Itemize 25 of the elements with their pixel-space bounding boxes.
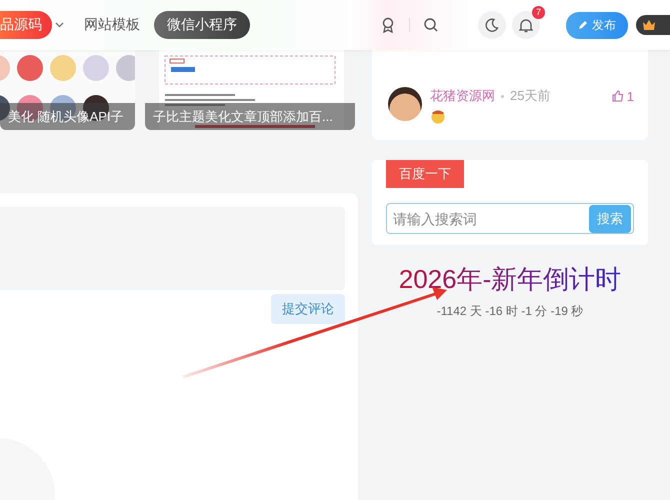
nav-link[interactable]: 品源码 (0, 11, 52, 39)
award-icon[interactable] (381, 17, 395, 33)
notification-badge: 7 (532, 6, 545, 19)
like-button[interactable]: 1 (612, 88, 634, 104)
search-button[interactable]: 搜索 (589, 204, 631, 232)
comment-author[interactable]: 花猪资源网 (430, 87, 495, 105)
avatar (388, 87, 422, 121)
theme-button[interactable] (478, 11, 506, 39)
nav-link[interactable]: 网站模板 (84, 16, 140, 34)
crown-icon (642, 19, 656, 31)
countdown-text: -1142 天 -16 时 -1 分 -19 秒 (436, 303, 584, 320)
pencil-icon (578, 20, 588, 30)
vip-button[interactable] (636, 15, 670, 35)
post-title[interactable]: 子比主题美化文章顶部添加百... (145, 103, 355, 130)
emoji-icon (430, 108, 446, 124)
search-field[interactable]: 请输入搜索词 搜索 (386, 203, 634, 234)
publish-button[interactable]: 发布 (566, 12, 628, 38)
nav-link[interactable]: 微信小程序 (154, 11, 250, 39)
bell-icon (519, 18, 533, 32)
search-icon[interactable] (424, 18, 438, 32)
search-tab[interactable]: 百度一下 (386, 160, 464, 188)
post-title[interactable]: 美化 随机头像API子 (0, 103, 135, 130)
submit-comment-button[interactable]: 提交评论 (271, 294, 345, 324)
moon-icon (485, 18, 499, 32)
comment-time: 25天前 (510, 87, 550, 105)
